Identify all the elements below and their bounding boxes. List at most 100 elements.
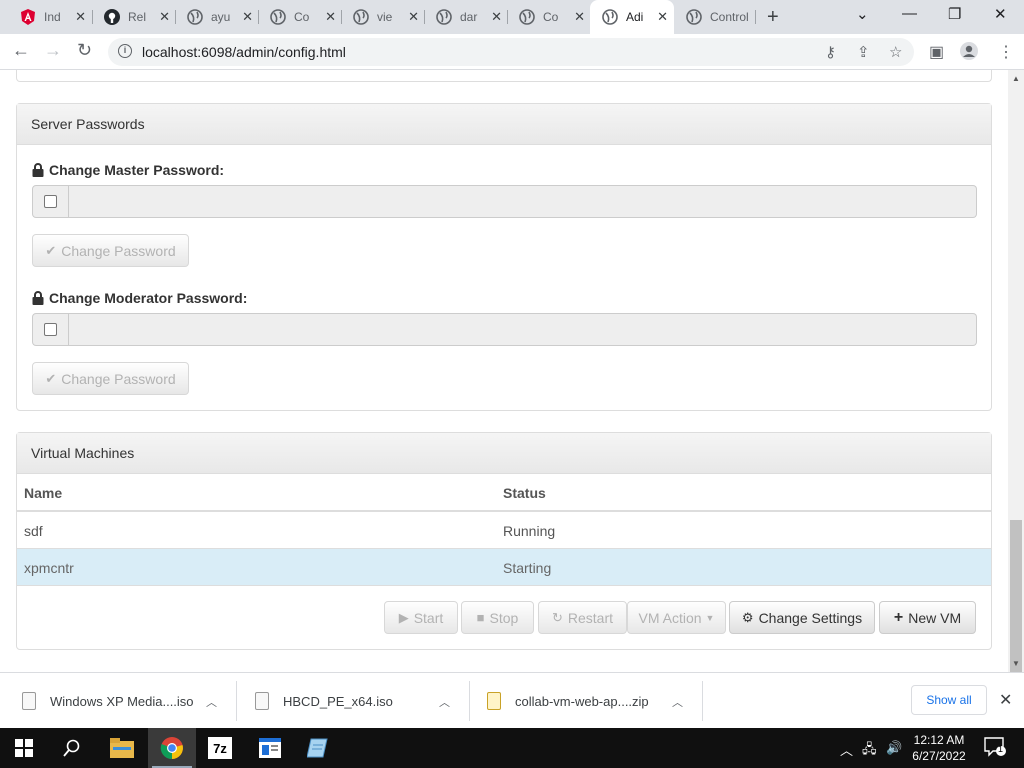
- chevron-up-icon[interactable]: ︿: [840, 740, 853, 759]
- stop-icon: ■: [476, 610, 485, 625]
- table-row[interactable]: sdf Running: [17, 512, 991, 549]
- clock-date: 6/27/2022: [912, 749, 966, 763]
- moderator-password-input[interactable]: [69, 313, 977, 346]
- browser-tab-7[interactable]: Co ✕: [507, 0, 591, 34]
- column-header-name: Name: [24, 485, 63, 501]
- vm-action-dropdown[interactable]: VM Action ▼: [627, 601, 726, 634]
- browser-tab-1[interactable]: Ind ✕: [8, 0, 92, 34]
- panel-heading: Server Passwords: [17, 104, 991, 145]
- vm-name: xpmcntr: [24, 560, 74, 576]
- show-all-button[interactable]: Show all: [911, 685, 987, 715]
- info-icon[interactable]: i: [118, 44, 132, 58]
- chevron-up-icon[interactable]: ︿: [672, 694, 683, 710]
- globe-icon: [353, 9, 369, 25]
- restore-button[interactable]: ❐: [948, 5, 961, 23]
- page-scrollbar[interactable]: ▲ ▼: [1008, 70, 1024, 720]
- check-icon: ✔: [45, 242, 57, 258]
- close-icon[interactable]: ✕: [325, 9, 336, 25]
- browser-tab-9[interactable]: Control: [674, 0, 758, 34]
- vm-name: sdf: [24, 523, 43, 539]
- chrome-icon[interactable]: [148, 728, 196, 768]
- close-icon[interactable]: ✕: [491, 9, 502, 25]
- key-icon[interactable]: ⚷: [825, 43, 836, 61]
- scroll-up-arrow-icon[interactable]: ▲: [1012, 74, 1020, 83]
- start-vm-button[interactable]: ▶ Start: [384, 601, 458, 634]
- search-icon[interactable]: [48, 728, 96, 768]
- table-row-selected[interactable]: xpmcntr Starting: [17, 549, 991, 586]
- start-button[interactable]: [0, 728, 48, 768]
- file-explorer-icon[interactable]: [98, 728, 146, 768]
- tab-title: Co: [294, 10, 310, 24]
- previous-panel-bottom: [16, 70, 992, 82]
- close-icon[interactable]: ✕: [657, 9, 668, 25]
- table-header-row: Name Status: [17, 474, 991, 512]
- url-text[interactable]: localhost:6098/admin/config.html: [142, 44, 346, 60]
- refresh-icon: ↻: [551, 609, 563, 625]
- new-tab-button[interactable]: +: [767, 6, 779, 29]
- browser-tab-3[interactable]: ayu ✕: [175, 0, 259, 34]
- star-icon[interactable]: ☆: [889, 43, 902, 61]
- speaker-icon[interactable]: 🔊: [886, 740, 902, 756]
- reload-button[interactable]: ↻: [77, 40, 92, 61]
- close-icon[interactable]: ✕: [159, 9, 170, 25]
- browser-tab-6[interactable]: dar ✕: [424, 0, 508, 34]
- globe-icon: [270, 9, 286, 25]
- close-icon[interactable]: ✕: [999, 690, 1012, 710]
- browser-tab-2[interactable]: Rel ✕: [92, 0, 176, 34]
- network-icon[interactable]: 🖧: [862, 740, 877, 762]
- tab-title: Control: [710, 10, 749, 24]
- vm-status: Running: [503, 523, 556, 539]
- moderator-password-checkbox[interactable]: [44, 323, 57, 336]
- minimize-button[interactable]: —: [902, 5, 917, 22]
- caret-down-icon: ▼: [705, 612, 715, 623]
- back-button[interactable]: ←: [12, 40, 30, 61]
- globe-icon: [519, 9, 535, 25]
- page-content: Server Passwords Change Master Password:…: [0, 70, 1008, 672]
- window-close-button[interactable]: ✕: [994, 5, 1007, 23]
- forward-button[interactable]: →: [44, 40, 62, 61]
- lock-icon: [32, 163, 44, 177]
- close-icon[interactable]: ✕: [408, 9, 419, 25]
- moderator-password-checkbox-addon: [32, 313, 69, 346]
- scroll-down-arrow-icon[interactable]: ▼: [1012, 659, 1020, 668]
- system-clock[interactable]: 12:12 AM 6/27/2022: [908, 732, 970, 764]
- browser-tab-5[interactable]: vie ✕: [341, 0, 425, 34]
- restart-vm-button[interactable]: ↻ Restart: [538, 601, 627, 634]
- change-master-password-button[interactable]: ✔ Change Password: [32, 234, 189, 267]
- change-settings-button[interactable]: ⚙ Change Settings: [729, 601, 875, 634]
- moderator-password-group: [32, 313, 977, 346]
- taskbar: 7z ︿ 🖧 🔊 12:12 AM 6/27/2022 1: [0, 728, 1024, 768]
- 7zip-icon[interactable]: 7z: [196, 728, 244, 768]
- browser-tab-active[interactable]: Adi ✕: [590, 0, 674, 34]
- download-item[interactable]: Windows XP Media....iso ︿: [22, 673, 232, 729]
- close-icon[interactable]: ✕: [242, 9, 253, 25]
- share-icon[interactable]: ⇪: [857, 43, 870, 61]
- vm-status: Starting: [503, 560, 552, 576]
- download-item[interactable]: HBCD_PE_x64.iso ︿: [255, 673, 465, 729]
- new-vm-button[interactable]: + New VM: [879, 601, 976, 634]
- github-icon: [104, 9, 120, 25]
- side-panel-icon[interactable]: ▣: [929, 42, 944, 62]
- master-password-checkbox-addon: [32, 185, 69, 218]
- menu-icon[interactable]: ⋮: [998, 42, 1014, 62]
- notepad-icon[interactable]: [294, 728, 342, 768]
- stop-vm-button[interactable]: ■ Stop: [461, 601, 534, 634]
- change-moderator-password-button[interactable]: ✔ Change Password: [32, 362, 189, 395]
- download-item[interactable]: collab-vm-web-ap....zip ︿: [487, 673, 697, 729]
- gear-icon: ⚙: [741, 609, 754, 625]
- master-password-input[interactable]: [69, 185, 977, 218]
- address-bar[interactable]: i localhost:6098/admin/config.html ⚷ ⇪ ☆: [108, 38, 914, 66]
- close-icon[interactable]: ✕: [75, 9, 86, 25]
- chevron-up-icon[interactable]: ︿: [206, 694, 217, 710]
- app-window-icon[interactable]: [246, 728, 294, 768]
- close-icon[interactable]: ✕: [574, 9, 585, 25]
- notification-center-icon[interactable]: 1: [984, 737, 1006, 760]
- tab-title: dar: [460, 10, 478, 24]
- master-password-group: [32, 185, 977, 218]
- notification-count: 1: [998, 744, 1004, 754]
- chevron-up-icon[interactable]: ︿: [439, 694, 450, 710]
- profile-avatar[interactable]: [960, 42, 978, 65]
- tab-search-icon[interactable]: ⌄: [856, 5, 869, 23]
- browser-tab-4[interactable]: Co ✕: [258, 0, 342, 34]
- master-password-checkbox[interactable]: [44, 195, 57, 208]
